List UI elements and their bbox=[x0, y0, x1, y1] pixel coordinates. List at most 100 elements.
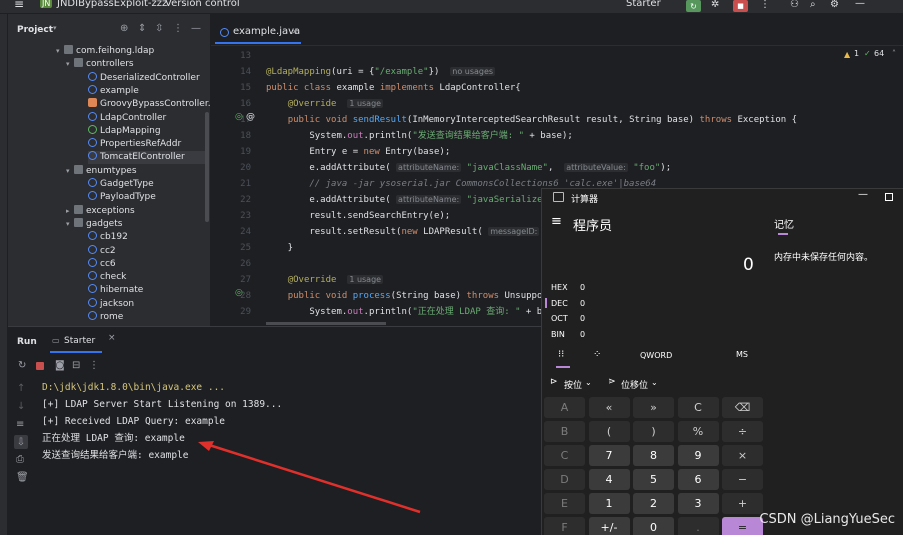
code-line[interactable]: 17 public void sendResult(InMemoryInterc… bbox=[211, 112, 903, 128]
hide-icon[interactable]: — bbox=[191, 23, 201, 34]
chevron-down-icon[interactable]: ▾ bbox=[66, 165, 74, 178]
code-line[interactable]: 19 Entry e = new Entry(base); bbox=[211, 144, 903, 160]
rerun-icon[interactable]: ↻ bbox=[18, 360, 26, 371]
tree-item-tomcatelcontroller[interactable]: TomcatElController bbox=[88, 151, 208, 165]
full-keypad-icon[interactable]: ⁝⁝ bbox=[558, 349, 564, 360]
radix-dec-label[interactable]: DEC bbox=[551, 299, 568, 308]
stop-icon[interactable] bbox=[36, 362, 44, 370]
main-menu-icon[interactable]: ≡ bbox=[14, 0, 24, 11]
tree-item-payloadtype[interactable]: PayloadType bbox=[88, 191, 156, 204]
settings-gear-icon[interactable]: ⚙ bbox=[830, 0, 839, 10]
calc-key-2-3[interactable]: 9 bbox=[677, 445, 719, 466]
calc-key-0-0[interactable]: A bbox=[544, 397, 585, 418]
calc-key-3-4[interactable]: − bbox=[722, 469, 763, 490]
calc-key-1-1[interactable]: ( bbox=[588, 421, 630, 442]
locate-icon[interactable]: ⊕ bbox=[120, 23, 128, 34]
project-name[interactable]: JNDIBypassExploit-zzz bbox=[57, 0, 167, 9]
minimize-icon[interactable]: — bbox=[855, 0, 865, 9]
chevron-down-icon[interactable]: ▾ bbox=[53, 24, 57, 32]
calc-key-1-0[interactable]: B bbox=[544, 421, 585, 442]
up-arrow-icon[interactable]: ↑ bbox=[17, 383, 25, 394]
calc-key-2-1[interactable]: 7 bbox=[588, 445, 630, 466]
maximize-icon[interactable] bbox=[885, 193, 893, 201]
options-icon[interactable]: ⋮ bbox=[173, 23, 183, 34]
calc-key-3-0[interactable]: D bbox=[544, 469, 585, 490]
memory-title[interactable]: 记忆 bbox=[774, 216, 794, 231]
tree-item-gadgets[interactable]: ▾ gadgets bbox=[66, 217, 122, 231]
calc-key-0-1[interactable]: « bbox=[588, 397, 630, 418]
tree-item-cc6[interactable]: cc6 bbox=[88, 257, 116, 271]
radix-oct-label[interactable]: OCT bbox=[551, 314, 568, 323]
override-gutter-icon[interactable]: @ bbox=[246, 112, 255, 122]
calc-key-0-4[interactable]: ⌫ bbox=[722, 397, 763, 418]
trash-icon[interactable]: 🗑 bbox=[16, 472, 29, 483]
bitshift-menu[interactable]: 位移位 bbox=[621, 378, 648, 391]
close-tab-icon[interactable]: × bbox=[108, 333, 116, 343]
calc-key-3-2[interactable]: 5 bbox=[633, 469, 674, 490]
hamburger-menu-icon[interactable]: ≡ bbox=[551, 214, 562, 229]
rerun-icon[interactable]: ↻ bbox=[686, 0, 701, 12]
tree-item-ldapcontroller[interactable]: LdapController bbox=[88, 111, 166, 125]
code-line[interactable]: 14 @LdapMapping(uri = {"/example"}) no us… bbox=[211, 64, 903, 80]
calc-key-4-4[interactable]: + bbox=[722, 493, 763, 514]
tree-item-rome[interactable]: rome bbox=[88, 311, 123, 324]
calc-key-0-2[interactable]: » bbox=[633, 397, 674, 418]
calc-key-4-1[interactable]: 1 bbox=[588, 493, 630, 514]
horizontal-scrollbar[interactable] bbox=[266, 322, 386, 325]
tree-item-deserializedcontroller[interactable]: DeserializedController bbox=[88, 71, 200, 85]
soft-wrap-icon[interactable]: ≡ bbox=[16, 419, 24, 430]
layout-icon[interactable]: ⊟ bbox=[72, 360, 80, 371]
code-line[interactable]: 15 public class example implements LdapCo… bbox=[211, 80, 903, 96]
calc-key-0-3[interactable]: C bbox=[677, 397, 719, 418]
calc-key-4-2[interactable]: 2 bbox=[633, 493, 674, 514]
debug-icon[interactable]: ✲ bbox=[711, 0, 719, 10]
calc-key-5-1[interactable]: +/- bbox=[588, 517, 630, 535]
add-user-icon[interactable]: ⚇ bbox=[790, 0, 799, 10]
tree-item-com-feihong-ldap[interactable]: ▾ com.feihong.ldap bbox=[56, 45, 154, 58]
chevron-down-icon[interactable]: ▾ bbox=[66, 218, 74, 231]
tree-item-cb192[interactable]: cb192 bbox=[88, 231, 128, 244]
calc-key-5-0[interactable]: F bbox=[544, 517, 585, 535]
tree-item-hibernate[interactable]: hibernate bbox=[88, 284, 143, 297]
expand-all-icon[interactable]: ⇕ bbox=[138, 23, 146, 34]
tab-starter[interactable]: ▭ Starter bbox=[50, 331, 102, 353]
memory-store-button[interactable]: MS bbox=[736, 350, 748, 359]
more-icon[interactable]: ⋮ bbox=[89, 360, 99, 371]
tree-item-cc2[interactable]: cc2 bbox=[88, 244, 116, 258]
tree-item-groovybypasscontroller-ja[interactable]: GroovyBypassController.ja bbox=[88, 98, 210, 111]
bitwise-menu[interactable]: 按位 bbox=[564, 378, 582, 391]
version-control-menu[interactable]: Version control bbox=[165, 0, 240, 9]
tree-item-controllers[interactable]: ▾ controllers bbox=[66, 58, 134, 71]
tree-item-exceptions[interactable]: ▸ exceptions bbox=[66, 204, 135, 218]
calc-key-2-2[interactable]: 8 bbox=[633, 445, 674, 466]
calc-key-3-3[interactable]: 6 bbox=[677, 469, 719, 490]
tree-scrollbar[interactable] bbox=[205, 112, 209, 222]
calc-key-1-4[interactable]: ÷ bbox=[722, 421, 763, 442]
tree-item-gadgettype[interactable]: GadgetType bbox=[88, 178, 154, 191]
radix-bin-label[interactable]: BIN bbox=[551, 330, 565, 339]
word-size-button[interactable]: QWORD bbox=[640, 351, 672, 360]
more-icon[interactable]: ⋮ bbox=[760, 0, 770, 10]
tree-item-example[interactable]: example bbox=[88, 84, 139, 98]
calc-key-4-0[interactable]: E bbox=[544, 493, 585, 514]
close-tab-icon[interactable]: × bbox=[291, 22, 299, 42]
tab-example-java[interactable]: example.java × bbox=[215, 22, 301, 44]
stop-icon[interactable]: ■ bbox=[733, 0, 748, 12]
print-icon[interactable]: ⎙ bbox=[16, 454, 24, 465]
code-line[interactable]: 16 @Override 1 usage bbox=[211, 96, 903, 112]
calc-key-4-3[interactable]: 3 bbox=[677, 493, 719, 514]
calc-key-5-2[interactable]: 0 bbox=[633, 517, 674, 535]
tree-item-propertiesrefaddr[interactable]: PropertiesRefAddr bbox=[88, 138, 181, 151]
code-line[interactable]: 18 System.out.println("发送查询结果给客户端: " + b… bbox=[211, 128, 903, 144]
bit-toggle-icon[interactable]: ⁘ bbox=[593, 349, 601, 360]
chevron-down-icon[interactable]: ▾ bbox=[56, 45, 64, 58]
radix-hex-label[interactable]: HEX bbox=[551, 283, 568, 292]
camera-icon[interactable]: ◙ bbox=[55, 360, 65, 371]
project-panel-title[interactable]: Project bbox=[17, 25, 53, 35]
code-line[interactable]: 13 bbox=[211, 48, 903, 64]
chevron-right-icon[interactable]: ▸ bbox=[66, 205, 74, 218]
calc-key-5-3[interactable]: . bbox=[677, 517, 719, 535]
calc-key-1-2[interactable]: ) bbox=[633, 421, 674, 442]
collapse-all-icon[interactable]: ⇳ bbox=[155, 23, 163, 34]
tree-item-ldapmapping[interactable]: LdapMapping bbox=[88, 124, 161, 138]
